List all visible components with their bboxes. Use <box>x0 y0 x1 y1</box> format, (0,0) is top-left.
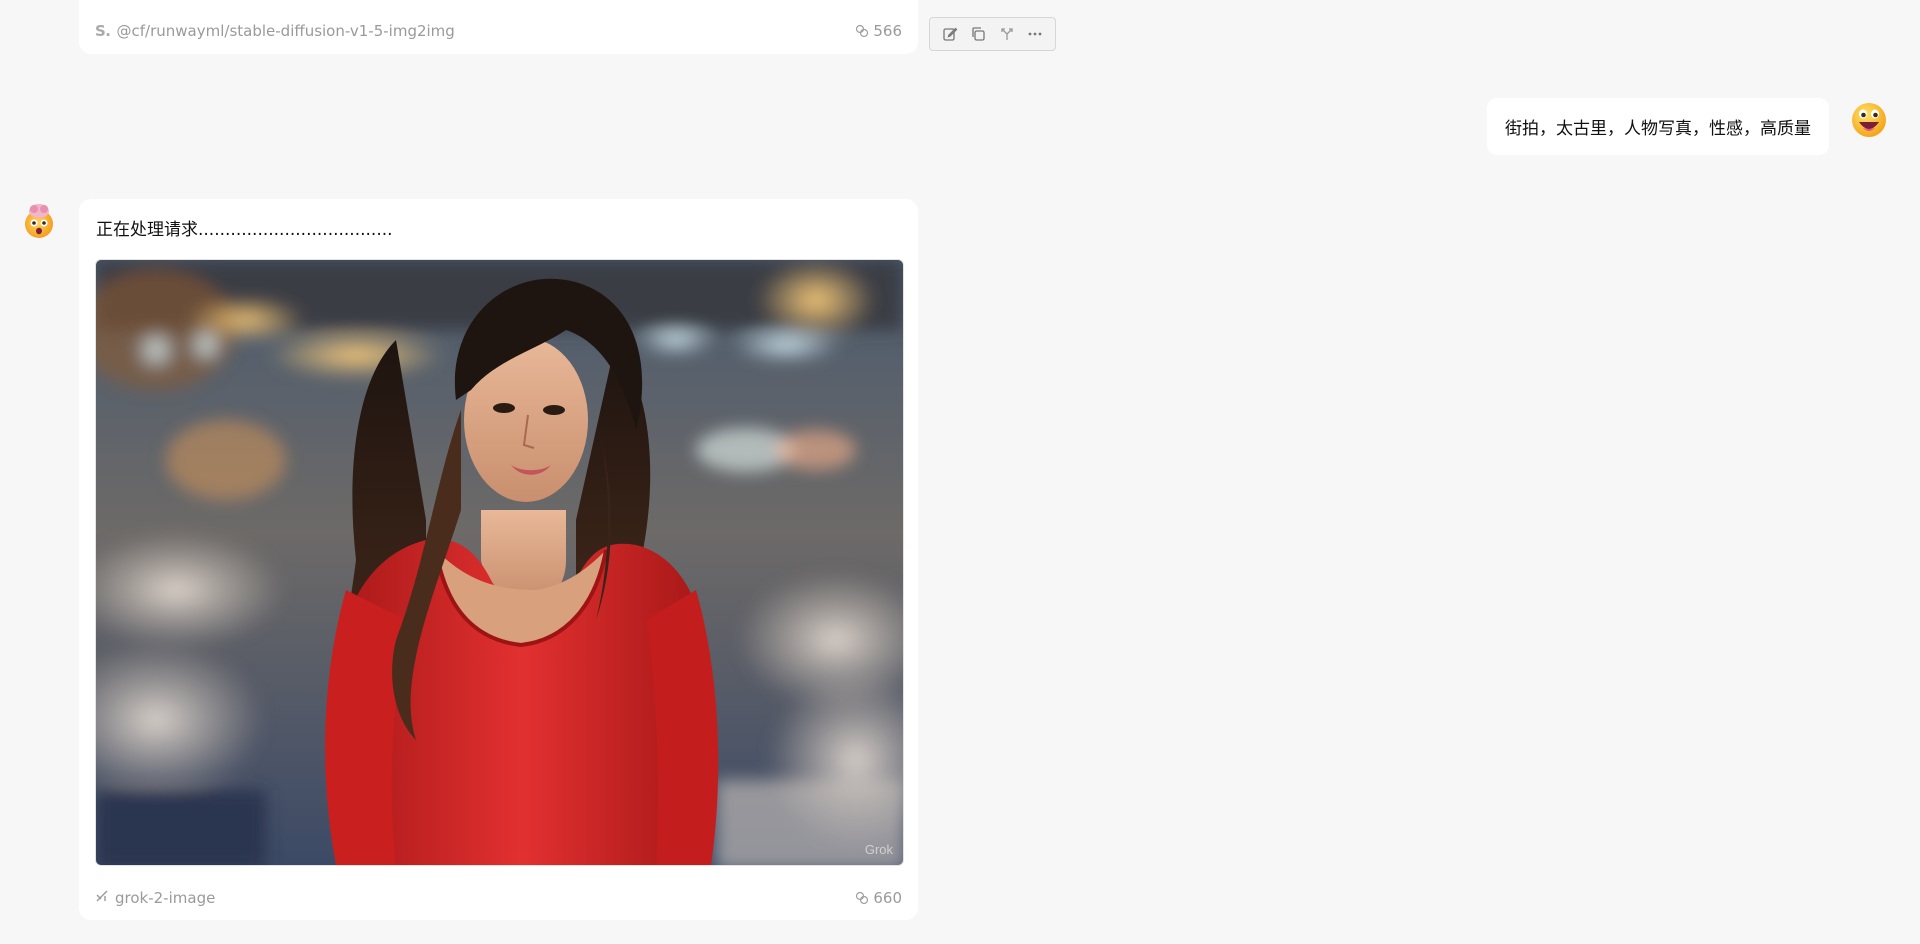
grok-watermark: Grok <box>864 842 893 857</box>
edit-button[interactable] <box>939 23 961 45</box>
copy-icon <box>972 27 986 41</box>
message-footer: S. @cf/runwayml/stable-diffusion-v1-5-im… <box>95 20 902 42</box>
token-icon <box>855 891 869 905</box>
token-info: 566 <box>855 22 902 40</box>
assistant-message-text: 正在处理请求..................................… <box>96 220 393 240</box>
chat-page: S. @cf/runwayml/stable-diffusion-v1-5-im… <box>0 0 1920 944</box>
model-name: grok-2-image <box>115 889 216 907</box>
user-message-bubble: 街拍，太古里，人物写真，性感，高质量 <box>1487 98 1829 155</box>
stability-logo-icon: S. <box>95 22 111 40</box>
portrait-photo <box>96 260 903 865</box>
branch-button[interactable] <box>996 23 1018 45</box>
message-footer: grok-2-image 660 <box>95 887 902 909</box>
mind-blown-face-icon <box>25 204 53 238</box>
edit-icon <box>943 27 958 41</box>
token-count: 566 <box>873 22 902 40</box>
model-name: @cf/runwayml/stable-diffusion-v1-5-img2i… <box>116 22 455 40</box>
model-info: S. @cf/runwayml/stable-diffusion-v1-5-im… <box>95 22 455 40</box>
user-avatar[interactable] <box>1850 101 1888 139</box>
token-info: 660 <box>855 889 902 907</box>
grok-logo-icon <box>95 889 109 907</box>
token-icon <box>855 24 869 38</box>
message-actions-toolbar <box>929 17 1056 51</box>
previous-message-card: S. @cf/runwayml/stable-diffusion-v1-5-im… <box>79 0 918 54</box>
token-count: 660 <box>873 889 902 907</box>
branch-icon <box>1000 28 1013 40</box>
assistant-message-card: 正在处理请求..................................… <box>79 199 918 920</box>
grinning-face-icon <box>1852 103 1886 137</box>
copy-button[interactable] <box>967 23 989 45</box>
assistant-avatar[interactable] <box>20 202 58 240</box>
generated-image[interactable]: Grok <box>95 259 904 866</box>
more-icon <box>1028 32 1042 36</box>
more-button[interactable] <box>1024 23 1046 45</box>
model-info: grok-2-image <box>95 889 215 907</box>
